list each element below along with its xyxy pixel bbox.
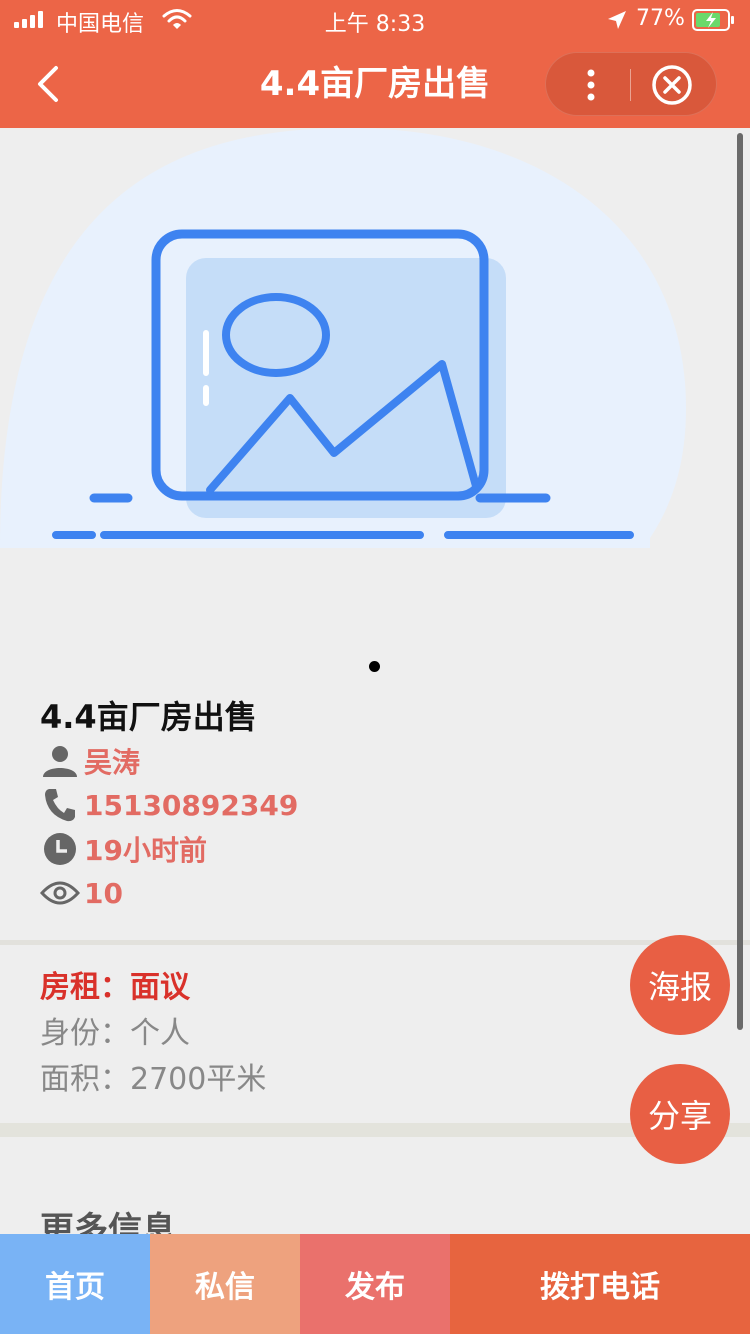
location-arrow-icon — [608, 11, 626, 29]
image-carousel[interactable] — [0, 128, 750, 688]
capsule-divider — [630, 69, 631, 101]
phone-number[interactable]: 15130892349 — [84, 789, 298, 822]
clock-icon — [40, 832, 80, 866]
miniprogram-capsule — [545, 52, 717, 116]
views-row: 10 — [40, 871, 640, 915]
section-divider — [0, 940, 750, 945]
battery-icon — [692, 9, 734, 31]
area-row: 面积：2700平米 — [40, 1057, 600, 1103]
identity-value: 个人 — [130, 1016, 190, 1051]
close-icon[interactable] — [650, 63, 694, 107]
view-count: 10 — [84, 876, 123, 910]
scrollbar[interactable] — [737, 133, 743, 1030]
phone-row[interactable]: 15130892349 — [40, 783, 640, 827]
eye-icon — [40, 876, 80, 910]
identity-label: 身份： — [40, 1016, 130, 1051]
bottom-tab-bar: 首页 私信 发布 拨打电话 — [0, 1234, 750, 1334]
tab-publish[interactable]: 发布 — [300, 1234, 450, 1334]
battery-percent: 77% — [636, 6, 685, 31]
poster-button[interactable]: 海报 — [630, 935, 730, 1035]
listing-title: 4.4亩厂房出售 — [40, 698, 257, 736]
back-icon[interactable] — [30, 62, 70, 106]
contact-row: 吴涛 — [40, 739, 640, 783]
person-icon — [40, 744, 80, 778]
phone-icon — [40, 788, 80, 822]
more-icon[interactable] — [566, 59, 616, 111]
status-bar: 中国电信 上午 8:33 77% — [0, 0, 750, 40]
posted-time: 19小时前 — [84, 834, 207, 867]
area-label: 面积： — [40, 1062, 130, 1097]
rent-row: 房租：面议 — [40, 965, 600, 1011]
nav-bar: 4.4亩厂房出售 — [0, 40, 750, 128]
carousel-indicator — [369, 661, 380, 672]
identity-row: 身份：个人 — [40, 1011, 600, 1057]
image-placeholder-icon — [0, 128, 686, 548]
area-value: 2700平米 — [130, 1062, 267, 1097]
listing-details: 房租：面议 身份：个人 面积：2700平米 — [40, 965, 600, 1103]
tab-message[interactable]: 私信 — [150, 1234, 300, 1334]
call-button[interactable]: 拨打电话 — [450, 1234, 750, 1334]
share-button[interactable]: 分享 — [630, 1064, 730, 1164]
listing-info: 4.4亩厂房出售 吴涛 15130892349 19小时前 10 — [40, 695, 640, 915]
time-row: 19小时前 — [40, 827, 640, 871]
page-title: 4.4亩厂房出售 — [259, 64, 491, 104]
rent-label: 房租： — [40, 970, 130, 1005]
tab-home[interactable]: 首页 — [0, 1234, 150, 1334]
rent-value: 面议 — [130, 970, 190, 1005]
contact-name: 吴涛 — [84, 746, 141, 779]
